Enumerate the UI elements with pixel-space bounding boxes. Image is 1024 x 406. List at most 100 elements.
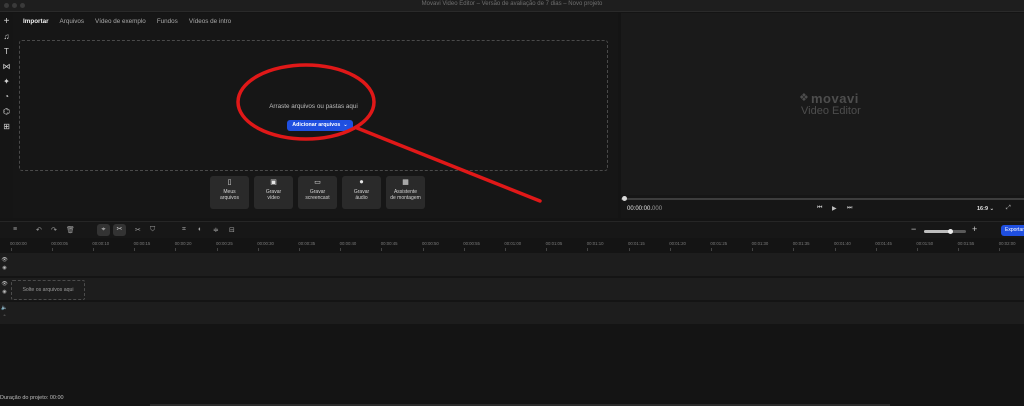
quick-actions: ▯ Meus arquivos ▣ Gravar vídeo ▭ Gravar screenca… <box>210 176 425 209</box>
stickers-icon[interactable]: ◔ <box>1 91 12 102</box>
tab-fundos[interactable]: Fundos <box>157 18 178 25</box>
ruler-tick <box>504 248 506 251</box>
preview-seek-bar[interactable] <box>621 196 1024 201</box>
cut-icon[interactable]: ✂ <box>135 226 141 234</box>
preview-timecode: 00:00:00.000 <box>627 206 662 212</box>
tab-vídeos-de-intro[interactable]: Vídeos de intro <box>189 18 231 25</box>
audio-track[interactable]: 🔈 ▫ <box>0 302 1024 324</box>
ruler-tick-label: 00:00:30 <box>257 241 274 246</box>
tool-sidebar: + ♫ T ⋈ ✦ ◔ ⌬ ⊞ <box>0 13 13 218</box>
text-icon[interactable]: T <box>1 46 12 57</box>
ruler-tick <box>669 248 671 251</box>
track-mute-icon[interactable]: ◉ <box>0 265 9 272</box>
ruler-tick-label: 00:00:15 <box>133 241 151 246</box>
zoom-handle[interactable] <box>948 229 954 234</box>
music-icon[interactable]: ♫ <box>1 31 12 42</box>
fullscreen-icon[interactable]: ⤢ <box>1006 205 1011 212</box>
delete-icon[interactable]: 🗑 <box>66 226 75 234</box>
timeline-zoom-slider[interactable] <box>924 229 966 234</box>
timeline-drop-zone[interactable]: Solte os arquivos aqui <box>11 280 85 300</box>
crop-icon[interactable]: ⌗ <box>182 226 186 234</box>
ruler-tick-label: 00:01:00 <box>504 241 522 246</box>
ruler-tick-label: 00:00:50 <box>422 241 439 246</box>
ruler-tick <box>175 248 177 251</box>
select-tool-icon[interactable]: ⌖ <box>97 224 110 236</box>
title-bar: Movavi Video Editor – Versão de avaliaçã… <box>0 0 1024 12</box>
ruler-tick-label: 00:00:05 <box>51 241 68 246</box>
add-files-label: Adicionar arquivos <box>292 122 341 128</box>
ruler-tick <box>958 248 960 251</box>
more-icon[interactable]: ⊞ <box>1 121 12 132</box>
tab-importar[interactable]: Importar <box>23 18 49 25</box>
add-track-icon[interactable]: ≡ <box>13 226 17 233</box>
media-icon[interactable]: ⊟ <box>229 226 235 234</box>
ruler-tick-label: 00:01:30 <box>751 241 769 246</box>
aspect-ratio-selector[interactable]: 16:9 ⌄ <box>977 206 994 212</box>
skip-back-icon[interactable]: ⏮ <box>817 205 822 212</box>
zoom-fill <box>924 230 951 233</box>
timeline-ruler[interactable]: 00:00:00 00:00:05 00:00:10 00:00:15 00:00:20… <box>0 238 1024 252</box>
quick-action-label: arquivos <box>220 195 239 201</box>
seek-handle[interactable] <box>622 196 627 201</box>
quick-action-microphone[interactable]: ⏺ Gravar áudio <box>342 176 381 209</box>
quick-action-file[interactable]: ▯ Meus arquivos <box>210 176 249 209</box>
tab-arquivos[interactable]: Arquivos <box>60 18 85 25</box>
ruler-tick-label: 00:00:25 <box>216 241 233 246</box>
quick-action-label: de montagem <box>390 195 421 201</box>
shield-icon[interactable]: ⛉ <box>150 226 155 234</box>
tools-icon[interactable]: ⌬ <box>1 106 12 117</box>
quick-action-screencast[interactable]: ▭ Gravar screencast <box>298 176 337 209</box>
effects-icon[interactable]: ✦ <box>1 76 12 87</box>
ruler-tick <box>999 248 1001 251</box>
zoom-in-icon[interactable]: + <box>972 224 977 234</box>
track-mute-icon[interactable]: ◉ <box>0 289 9 296</box>
transitions-icon[interactable]: ⋈ <box>1 61 12 72</box>
import-tabs: Importar Arquivos Vídeo de exemplo Fundos Ví… <box>23 18 242 25</box>
ruler-tick-label: 00:01:20 <box>669 241 686 246</box>
quick-action-montage[interactable]: ▦ Assistente de montagem <box>386 176 425 209</box>
ruler-tick <box>10 248 12 251</box>
project-duration: Duração do projeto: 00:00 <box>0 395 64 401</box>
volume-icon[interactable]: 🔈 <box>0 305 9 312</box>
drop-instructions: Arraste arquivos ou pastas aqui <box>269 103 358 110</box>
ruler-tick <box>340 248 342 251</box>
track-visibility-icon[interactable]: 👁 <box>0 281 9 288</box>
quick-action-label: áudio <box>355 195 368 201</box>
media-dropzone[interactable]: Arraste arquivos ou pastas aqui Adiciona… <box>19 40 608 171</box>
ruler-tick-label: 00:01:40 <box>834 241 851 246</box>
ruler-tick-label: 00:01:45 <box>875 241 892 246</box>
ruler-tick-label: 00:01:05 <box>545 241 563 246</box>
color-adjust-icon[interactable]: ◐ <box>198 226 202 233</box>
razor-tool-icon[interactable]: ✂ <box>113 224 126 236</box>
undo-icon[interactable]: ↶ <box>36 226 42 234</box>
play-icon[interactable]: ▶ <box>832 205 837 212</box>
track-visibility-icon[interactable]: 👁 <box>0 257 9 264</box>
add-icon[interactable]: + <box>1 16 12 27</box>
ruler-tick <box>463 248 465 251</box>
ruler-tick-label: 00:00:45 <box>380 241 398 246</box>
ruler-tick <box>298 248 300 251</box>
tab-vídeo-de-exemplo[interactable]: Vídeo de exemplo <box>95 18 146 25</box>
microphone-icon: ⏺ <box>359 179 364 186</box>
ruler-tick-label: 00:00:40 <box>339 241 357 246</box>
add-files-button[interactable]: Adicionar arquivos ⌄ <box>287 120 353 131</box>
redo-icon[interactable]: ↷ <box>51 226 57 234</box>
export-button[interactable]: Exportar <box>1001 225 1024 236</box>
track-lock-icon[interactable]: ▫ <box>0 313 9 320</box>
skip-forward-icon[interactable]: ⏭ <box>847 205 852 212</box>
video-track[interactable]: 👁 ◉ <box>0 253 1024 276</box>
quick-action-label: screencast <box>305 195 330 201</box>
zoom-out-icon[interactable]: − <box>911 224 916 234</box>
ruler-tick-label: 00:00:55 <box>463 241 480 246</box>
quick-action-record-video[interactable]: ▣ Gravar vídeo <box>254 176 293 209</box>
ruler-tick-label: 00:00:35 <box>298 241 316 246</box>
main-track[interactable]: 👁 ◉ <box>0 278 1024 300</box>
ruler-tick <box>752 248 754 251</box>
ruler-tick-label: 00:01:35 <box>792 241 810 246</box>
adjust-sliders-icon[interactable]: ≑ <box>213 226 219 234</box>
file-icon: ▯ <box>227 179 232 186</box>
ruler-tick <box>710 248 712 251</box>
ruler-tick <box>422 248 424 251</box>
timecode-ms: 000 <box>652 206 663 212</box>
ruler-tick <box>628 248 630 251</box>
